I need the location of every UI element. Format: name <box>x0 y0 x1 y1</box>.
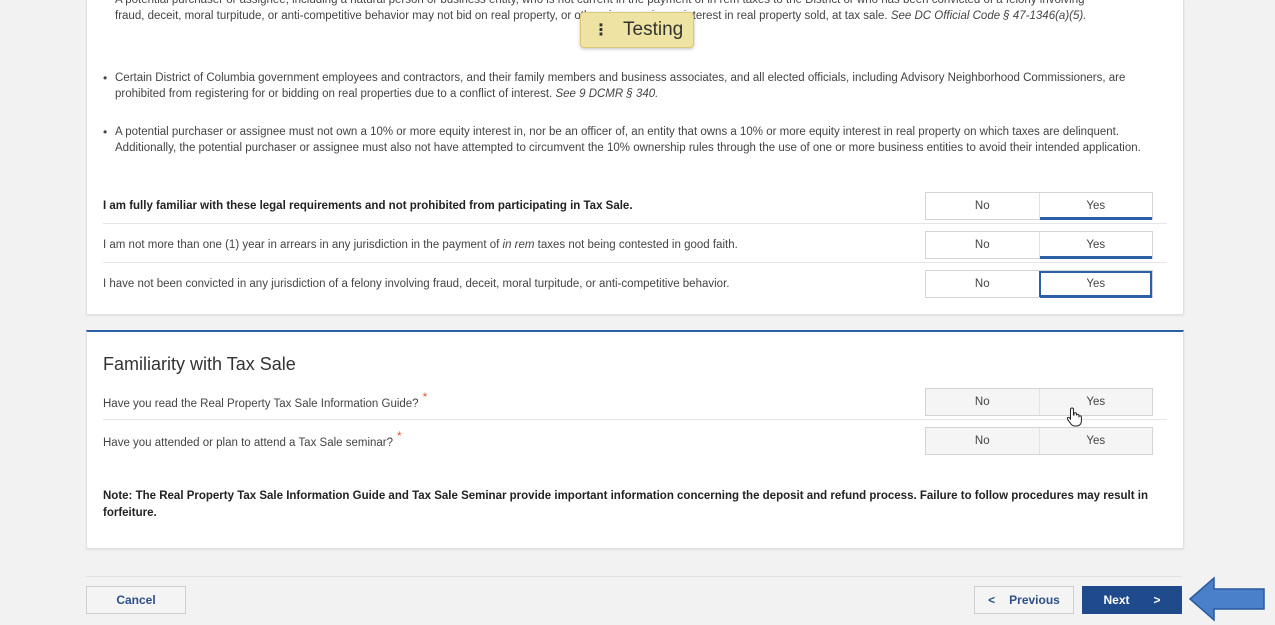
question-row-seminar: Have you attended or plan to attend a Ta… <box>103 427 1167 457</box>
required-asterisk: * <box>422 390 428 404</box>
question-arrears-text: I am not more than one (1) year in arrea… <box>103 239 738 251</box>
familiarity-card: Familiarity with Tax Sale Have you read … <box>86 330 1184 549</box>
question-guide: Have you read the Real Property Tax Sale… <box>103 390 427 410</box>
legal-bullet-felony-line2: fraud, deceit, moral turpitude, or anti-… <box>115 10 888 22</box>
legal-bullet-felony-line1: A potential purchaser or assignee, inclu… <box>115 0 1085 6</box>
hand-cursor-icon <box>1066 407 1082 427</box>
legal-bullet-equity-text: A potential purchaser or assignee must n… <box>115 126 1141 154</box>
forfeiture-note: Note: The Real Property Tax Sale Informa… <box>103 490 1148 519</box>
question-arrears-text-a: I am not more than one (1) year in arrea… <box>103 239 500 251</box>
question-familiar-text: I am fully familiar with these legal req… <box>103 200 633 212</box>
arrears-toggle: No Yes <box>925 231 1153 259</box>
question-seminar: Have you attended or plan to attend a Ta… <box>103 429 402 449</box>
legal-bullet-equity: A potential purchaser or assignee must n… <box>103 124 1155 156</box>
seminar-toggle: No Yes <box>925 427 1153 455</box>
felony-toggle: No Yes <box>925 270 1153 298</box>
previous-button[interactable]: < Previous <box>974 586 1074 614</box>
arrears-yes-option[interactable]: Yes <box>1038 232 1153 259</box>
familiar-toggle: No Yes <box>925 192 1153 220</box>
row-divider <box>103 223 1167 224</box>
footer-divider <box>86 576 1182 577</box>
legal-bullet-conflict-cite: See 9 DCMR § 340. <box>555 88 659 100</box>
row-divider <box>103 419 1167 420</box>
guide-toggle: No Yes <box>925 388 1153 416</box>
guide-yes-option[interactable]: Yes <box>1038 389 1153 415</box>
legal-bullet-felony-cite: See DC Official Code § 47-1346(a)(5). <box>890 10 1087 22</box>
legal-bullet-conflict: Certain District of Columbia government … <box>103 70 1155 102</box>
arrears-no-option[interactable]: No <box>926 232 1039 258</box>
kebab-menu-icon: ⋮ <box>593 22 609 39</box>
question-felony-text: I have not been convicted in any jurisdi… <box>103 278 730 290</box>
familiar-yes-option[interactable]: Yes <box>1038 193 1153 220</box>
guide-no-option[interactable]: No <box>926 389 1039 415</box>
section-title: Familiarity with Tax Sale <box>103 354 296 374</box>
cancel-button[interactable]: Cancel <box>86 586 186 614</box>
testing-label: Testing <box>623 19 684 40</box>
chevron-right-icon: > <box>1153 593 1161 607</box>
required-asterisk: * <box>397 429 402 443</box>
next-label: Next <box>1103 593 1130 607</box>
familiar-no-option[interactable]: No <box>926 193 1039 219</box>
testing-badge[interactable]: ⋮ Testing <box>580 12 695 48</box>
previous-label: Previous <box>1009 593 1060 607</box>
chevron-left-icon: < <box>988 593 996 607</box>
question-arrears-text-b: taxes not being contested in good faith. <box>537 239 738 251</box>
question-row-guide: Have you read the Real Property Tax Sale… <box>103 388 1167 418</box>
question-row-familiar: I am fully familiar with these legal req… <box>103 192 1167 222</box>
question-row-felony: I have not been convicted in any jurisdi… <box>103 270 1167 300</box>
question-guide-text: Have you read the Real Property Tax Sale… <box>103 398 419 410</box>
question-arrears-text-em: in rem <box>502 239 535 251</box>
row-divider <box>103 262 1167 263</box>
felony-no-option[interactable]: No <box>926 271 1039 297</box>
seminar-yes-option[interactable]: Yes <box>1038 428 1153 454</box>
cancel-label: Cancel <box>116 593 156 607</box>
question-seminar-text: Have you attended or plan to attend a Ta… <box>103 437 394 449</box>
arrow-left-icon <box>1188 576 1265 622</box>
felony-yes-option[interactable]: Yes <box>1038 271 1152 298</box>
next-button[interactable]: Next > <box>1082 586 1182 614</box>
seminar-no-option[interactable]: No <box>926 428 1039 454</box>
question-row-arrears: I am not more than one (1) year in arrea… <box>103 231 1167 261</box>
